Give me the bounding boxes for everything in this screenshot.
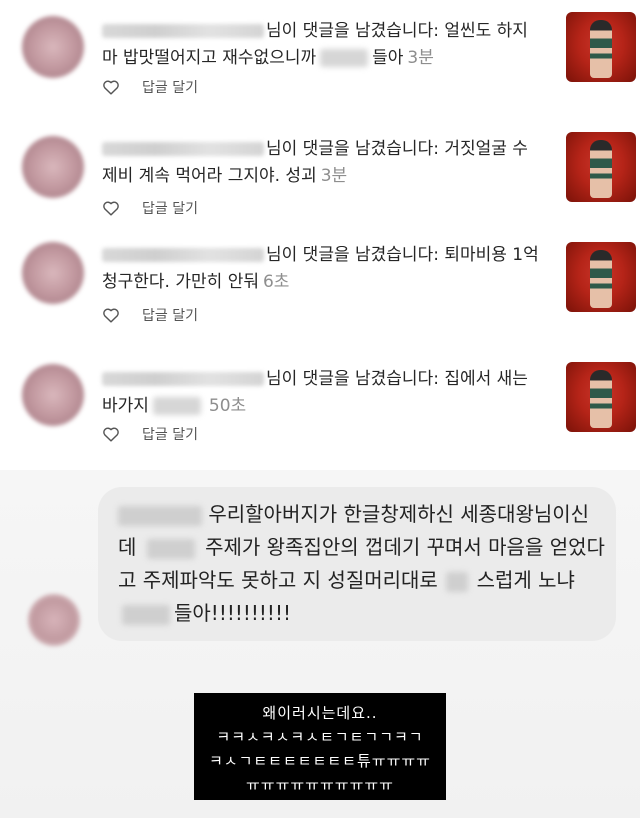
blurred-word bbox=[446, 571, 469, 592]
caption-box: 왜이러시는데요.. ㅋㅋㅅㅋㅅㅋㅅㅌㄱㅌㄱㄱㅋㄱ ㅋㅅㄱㅌㅌㅌㅌㅌㅌㅌ튜ㅠㅠㅠㅠ… bbox=[194, 693, 446, 800]
blurred-username[interactable] bbox=[102, 24, 264, 38]
blurred-username[interactable] bbox=[102, 142, 264, 156]
timestamp: 6초 bbox=[262, 272, 290, 292]
notification-item[interactable]: 님이 댓글을 남겼습니다: 퇴마비용 1억 청구한다. 가만히 안둬 6초 답글 … bbox=[0, 234, 640, 352]
blurred-word bbox=[122, 604, 170, 625]
blurred-word bbox=[152, 397, 201, 415]
notification-item[interactable]: 님이 댓글을 남겼습니다: 집에서 새는 바가지 50초 답글 달기 bbox=[0, 348, 640, 466]
caption-line: ㅋㅋㅅㅋㅅㅋㅅㅌㄱㅌㄱㄱㅋㄱ bbox=[216, 728, 424, 746]
reply-button[interactable]: 답글 달기 bbox=[142, 77, 198, 97]
heart-outline-icon[interactable] bbox=[102, 79, 120, 95]
avatar[interactable] bbox=[22, 364, 84, 426]
notification-item[interactable]: 님이 댓글을 남겼습니다: 거짓얼굴 수제비 계속 먹어라 그지야. 성괴 3분 … bbox=[0, 118, 640, 236]
commenter-avatar[interactable] bbox=[28, 594, 80, 646]
thumbnail-figure bbox=[590, 20, 612, 78]
notification-text: 님이 댓글을 남겼습니다: 얼씬도 하지 마 밥맛떨어지고 재수없으니까 들아 3분 bbox=[102, 21, 528, 68]
blurred-username[interactable] bbox=[102, 248, 264, 262]
post-thumbnail[interactable] bbox=[566, 12, 636, 82]
post-thumbnail[interactable] bbox=[566, 132, 636, 202]
thumbnail-figure bbox=[590, 370, 612, 428]
avatar[interactable] bbox=[22, 136, 84, 198]
notification-item[interactable]: 님이 댓글을 남겼습니다: 얼씬도 하지 마 밥맛떨어지고 재수없으니까 들아 3분… bbox=[0, 0, 640, 118]
caption-line: ㅠㅠㅠㅠㅠㅠㅠㅠㅠㅠ bbox=[245, 776, 394, 794]
blurred-word bbox=[146, 538, 195, 559]
avatar[interactable] bbox=[22, 16, 84, 78]
blurred-username[interactable] bbox=[102, 372, 264, 386]
avatar[interactable] bbox=[22, 242, 84, 304]
thumbnail-figure bbox=[590, 140, 612, 198]
notification-text: 님이 댓글을 남겼습니다: 집에서 새는 바가지 50초 bbox=[102, 369, 528, 416]
notification-text: 님이 댓글을 남겼습니다: 퇴마비용 1억 청구한다. 가만히 안둬 6초 bbox=[102, 245, 539, 292]
heart-outline-icon[interactable] bbox=[102, 426, 120, 442]
comment-text: 우리할아버지가 한글창제하신 세종대왕님이신데 주제가 왕족집안의 껍데기 꾸며… bbox=[118, 502, 605, 625]
timestamp: 3분 bbox=[407, 48, 434, 68]
reply-button[interactable]: 답글 달기 bbox=[142, 305, 198, 325]
reply-button[interactable]: 답글 달기 bbox=[142, 424, 198, 444]
notification-text: 님이 댓글을 남겼습니다: 거짓얼굴 수제비 계속 먹어라 그지야. 성괴 3분 bbox=[102, 139, 528, 186]
post-thumbnail[interactable] bbox=[566, 242, 636, 312]
timestamp: 3분 bbox=[320, 166, 348, 186]
post-thumbnail[interactable] bbox=[566, 362, 636, 432]
heart-outline-icon[interactable] bbox=[102, 200, 120, 216]
reply-button[interactable]: 답글 달기 bbox=[142, 198, 198, 218]
heart-outline-icon[interactable] bbox=[102, 307, 120, 323]
blurred-name bbox=[118, 505, 202, 526]
thumbnail-figure bbox=[590, 250, 612, 308]
caption-line: ㅋㅅㄱㅌㅌㅌㅌㅌㅌㅌ튜ㅠㅠㅠㅠ bbox=[208, 752, 431, 770]
caption-line: 왜이러시는데요.. bbox=[262, 704, 378, 722]
blurred-word bbox=[320, 49, 369, 67]
timestamp: 50초 bbox=[208, 396, 247, 416]
